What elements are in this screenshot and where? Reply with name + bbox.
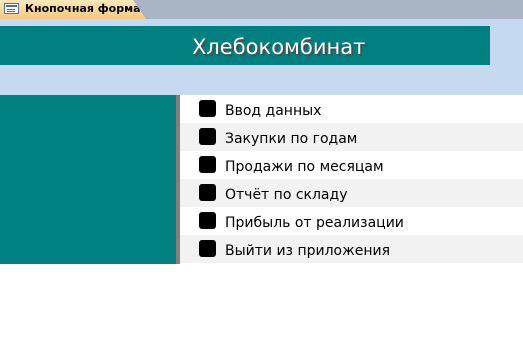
document-tab-strip: Кнопочная форма (0, 0, 523, 19)
switchboard-menu: Ввод данных Закупки по годам Продажи по … (180, 95, 523, 263)
menu-bullet-button[interactable] (199, 212, 216, 229)
menu-bullet-button[interactable] (199, 100, 216, 117)
menu-bullet-button[interactable] (199, 184, 216, 201)
left-decor-panel (0, 95, 176, 264)
tab-label: Кнопочная форма (25, 2, 141, 15)
menu-item-exit-application[interactable]: Выйти из приложения (180, 235, 523, 263)
form-icon (4, 3, 19, 14)
menu-item-data-entry[interactable]: Ввод данных (180, 95, 523, 123)
menu-item-label: Закупки по годам (225, 131, 358, 147)
menu-bullet-button[interactable] (199, 240, 216, 257)
menu-item-label: Ввод данных (225, 103, 322, 119)
menu-bullet-button[interactable] (199, 128, 216, 145)
menu-item-label: Отчёт по складу (225, 187, 348, 203)
menu-item-sales-by-month[interactable]: Продажи по месяцам (180, 151, 523, 179)
menu-item-purchases-by-year[interactable]: Закупки по годам (180, 123, 523, 151)
menu-item-label: Выйти из приложения (225, 243, 391, 259)
menu-item-warehouse-report[interactable]: Отчёт по складу (180, 179, 523, 207)
tab-switchboard[interactable]: Кнопочная форма (0, 0, 146, 19)
page-title: Хлебокомбинат (192, 35, 366, 59)
menu-bullet-button[interactable] (199, 156, 216, 173)
menu-item-sales-profit[interactable]: Прибыль от реализации (180, 207, 523, 235)
menu-item-label: Продажи по месяцам (225, 159, 384, 175)
menu-item-label: Прибыль от реализации (225, 215, 404, 231)
